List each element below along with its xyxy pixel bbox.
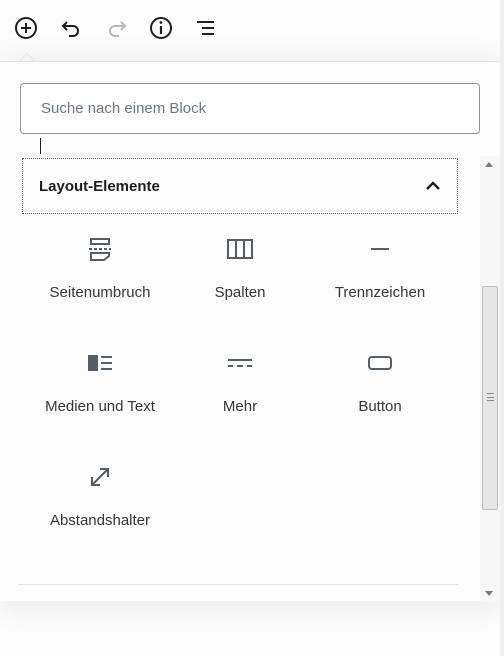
button-icon	[367, 350, 393, 376]
block-inserter-popover: Layout-Elemente Seit	[0, 61, 502, 602]
editor-page: Layout-Elemente Seit	[0, 0, 504, 656]
plus-circle-icon	[15, 17, 37, 39]
block-list: Seitenumbruch Spalten Trennzeichen Medie…	[30, 226, 450, 568]
page-break-icon	[87, 236, 113, 262]
section-divider	[18, 584, 458, 585]
block-item-medien-und-text[interactable]: Medien und Text	[30, 340, 170, 454]
window-edge	[500, 0, 504, 656]
media-text-icon	[87, 350, 113, 376]
block-label: Seitenumbruch	[49, 284, 151, 301]
list-outline-icon	[197, 21, 214, 35]
block-item-abstandshalter[interactable]: Abstandshalter	[30, 454, 170, 568]
block-item-spalten[interactable]: Spalten	[170, 226, 310, 340]
redo-button[interactable]	[101, 12, 133, 44]
block-item-mehr[interactable]: Mehr	[170, 340, 310, 454]
block-label: Mehr	[222, 398, 258, 415]
inserter-results: Layout-Elemente Seitenumbruch Spalten Tr…	[0, 156, 480, 602]
block-item-seitenumbruch[interactable]: Seitenumbruch	[30, 226, 170, 340]
block-search-input[interactable]	[20, 83, 480, 134]
block-label: Button	[358, 398, 402, 415]
more-icon	[227, 350, 253, 376]
undo-icon	[61, 21, 79, 37]
block-label: Medien und Text	[45, 398, 155, 415]
block-label: Abstandshalter	[49, 512, 151, 529]
scrollbar-thumb[interactable]	[482, 286, 498, 510]
inserter-scrollbar[interactable]	[480, 156, 500, 602]
spacer-icon	[88, 464, 112, 490]
block-label: Spalten	[214, 284, 266, 301]
scroll-down-arrow-icon[interactable]	[485, 591, 493, 596]
add-block-button[interactable]	[10, 12, 42, 44]
layout-panel-header[interactable]: Layout-Elemente	[22, 158, 458, 214]
grip-icon	[487, 393, 494, 401]
block-item-trennzeichen[interactable]: Trennzeichen	[310, 226, 450, 340]
block-label: Trennzeichen	[334, 284, 426, 301]
undo-button[interactable]	[55, 12, 87, 44]
separator-icon	[369, 236, 391, 262]
block-navigation-button[interactable]	[190, 12, 222, 44]
editor-toolbar	[0, 0, 504, 58]
scroll-up-arrow-icon[interactable]	[485, 162, 493, 167]
text-cursor	[40, 138, 41, 154]
info-icon	[150, 17, 172, 39]
columns-icon	[227, 236, 253, 262]
chevron-up-icon[interactable]	[425, 181, 441, 191]
redo-icon	[109, 21, 127, 37]
panel-title: Layout-Elemente	[39, 177, 160, 195]
block-item-button[interactable]: Button	[310, 340, 450, 454]
content-info-button[interactable]	[145, 12, 177, 44]
